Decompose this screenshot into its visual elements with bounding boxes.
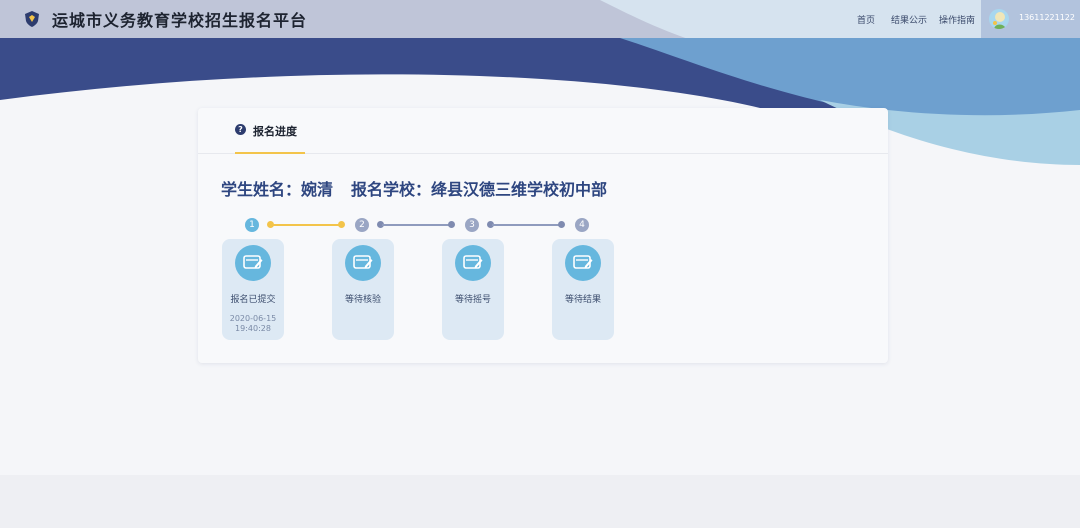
shield-icon: [25, 11, 39, 27]
student-info: 学生姓名：婉清 报名学校：绛县汉德三维学校初中部: [221, 176, 607, 200]
step-card-submitted[interactable]: 报名已提交 2020-06-15 19:40:28: [222, 239, 284, 340]
step-label: 等待核验: [344, 295, 381, 305]
card-header: ? 报名进度: [198, 108, 888, 154]
top-bar: 运城市义务教育学校招生报名平台 首页 结果公示 操作指南 13611221122: [0, 0, 1080, 38]
school-name: 绛县汉德三维学校初中部: [431, 180, 608, 199]
nav-guide[interactable]: 操作指南: [939, 13, 975, 26]
progress-card: ? 报名进度 学生姓名：婉清 报名学校：绛县汉德三维学校初中部 1 2 3 4 报…: [198, 108, 888, 363]
question-circle-icon: ?: [235, 124, 246, 135]
step-label: 报名已提交: [230, 295, 276, 305]
step-connector: [382, 224, 452, 226]
student-name: 婉清: [301, 180, 334, 199]
tab-label: 报名进度: [253, 125, 297, 138]
step-4-number: 4: [575, 218, 589, 232]
edit-card-icon: [235, 245, 271, 281]
school-label: 报名学校：: [351, 180, 432, 199]
connector-dot: [448, 221, 455, 228]
step-date: 2020-06-15: [229, 314, 277, 323]
avatar[interactable]: [989, 9, 1009, 29]
step-card-lottery[interactable]: 等待摇号: [442, 239, 504, 340]
step-3-number: 3: [465, 218, 479, 232]
step-1-number: 1: [245, 218, 259, 232]
step-card-verify[interactable]: 等待核验: [332, 239, 394, 340]
username: 13611221122: [1019, 13, 1075, 22]
step-connector-active: [272, 224, 342, 226]
step-time: 19:40:28: [235, 324, 271, 333]
nav-results[interactable]: 结果公示: [891, 13, 927, 26]
nav-home[interactable]: 首页: [857, 13, 875, 26]
edit-card-icon: [345, 245, 381, 281]
edit-card-icon: [565, 245, 601, 281]
step-timestamp: 2020-06-15 19:40:28: [222, 314, 284, 334]
step-2-number: 2: [355, 218, 369, 232]
user-menu[interactable]: 13611221122: [981, 0, 1080, 38]
step-label: 等待结果: [564, 295, 601, 305]
step-label: 等待摇号: [454, 295, 491, 305]
connector-dot: [338, 221, 345, 228]
tab-progress[interactable]: ? 报名进度: [235, 108, 305, 154]
student-label: 学生姓名：: [221, 180, 302, 199]
connector-dot: [558, 221, 565, 228]
site-title: 运城市义务教育学校招生报名平台: [52, 11, 308, 30]
step-connector: [492, 224, 562, 226]
edit-card-icon: [455, 245, 491, 281]
step-card-result[interactable]: 等待结果: [552, 239, 614, 340]
